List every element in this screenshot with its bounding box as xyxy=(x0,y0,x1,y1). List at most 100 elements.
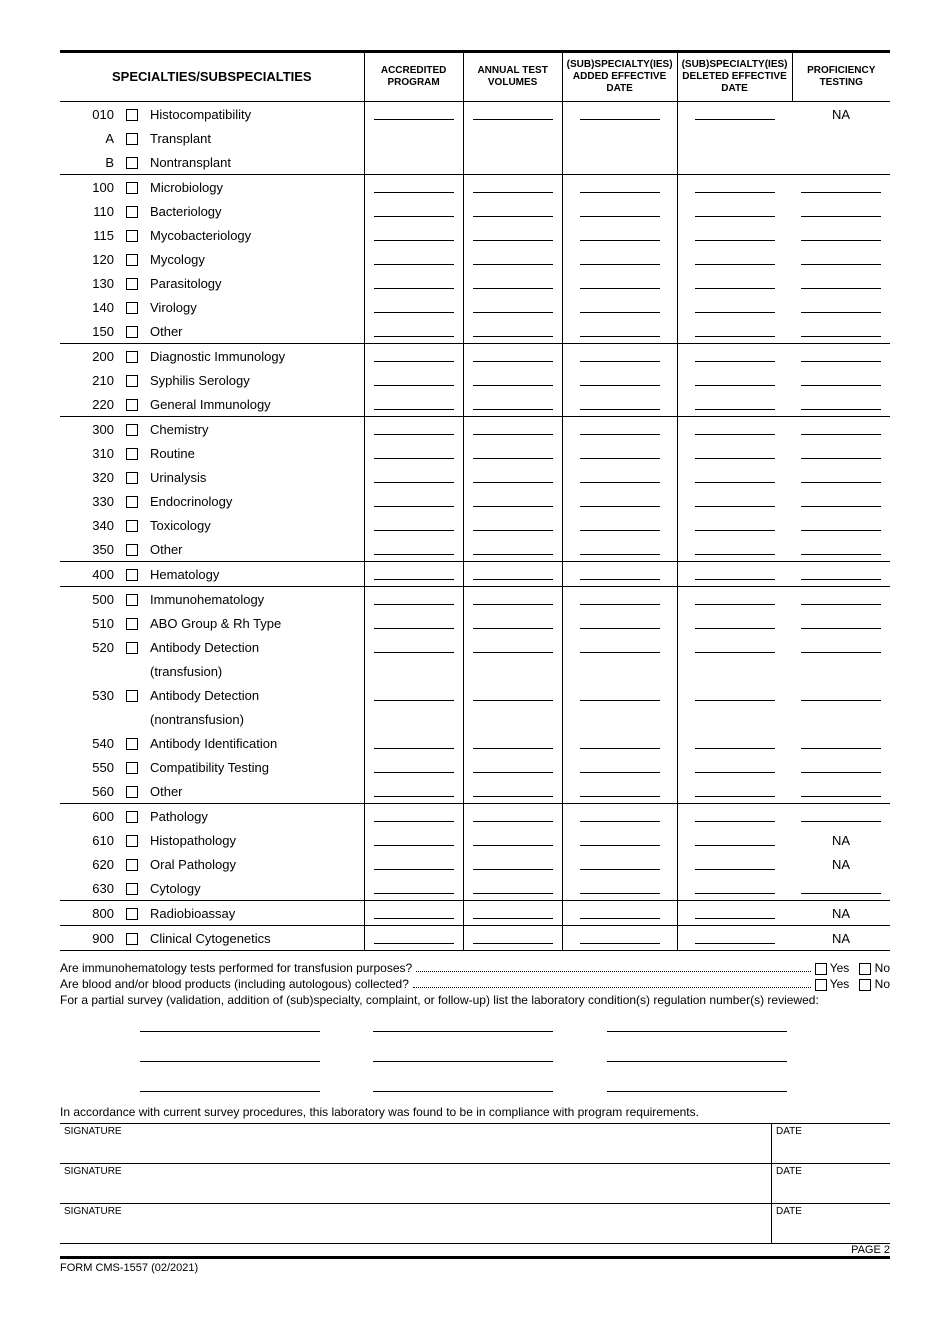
checkbox-icon[interactable] xyxy=(859,963,871,975)
blank-cell[interactable] xyxy=(463,417,562,442)
checkbox-icon[interactable] xyxy=(126,399,138,411)
proficiency-cell[interactable] xyxy=(792,587,890,612)
blank-line[interactable] xyxy=(801,638,881,653)
blank-cell[interactable] xyxy=(463,683,562,707)
proficiency-cell[interactable] xyxy=(792,344,890,369)
blank-cell[interactable] xyxy=(364,126,463,150)
proficiency-cell[interactable] xyxy=(792,489,890,513)
blank-line[interactable] xyxy=(801,444,881,459)
reg-blank[interactable] xyxy=(607,1031,787,1032)
checkbox-icon[interactable] xyxy=(126,424,138,436)
blank-line[interactable] xyxy=(473,565,553,580)
blank-line[interactable] xyxy=(695,855,775,870)
proficiency-cell[interactable] xyxy=(792,271,890,295)
blank-cell[interactable] xyxy=(677,489,792,513)
blank-line[interactable] xyxy=(473,420,553,435)
blank-line[interactable] xyxy=(801,226,881,241)
blank-cell[interactable] xyxy=(463,271,562,295)
blank-line[interactable] xyxy=(473,734,553,749)
blank-cell[interactable] xyxy=(677,295,792,319)
checkbox-icon[interactable] xyxy=(126,786,138,798)
blank-line[interactable] xyxy=(695,371,775,386)
checkbox-icon[interactable] xyxy=(126,448,138,460)
blank-cell[interactable] xyxy=(364,537,463,562)
blank-cell[interactable] xyxy=(562,175,677,200)
blank-cell[interactable] xyxy=(677,126,792,150)
blank-cell[interactable] xyxy=(677,417,792,442)
blank-cell[interactable] xyxy=(364,199,463,223)
blank-line[interactable] xyxy=(374,347,454,362)
blank-cell[interactable] xyxy=(562,804,677,829)
blank-cell[interactable] xyxy=(463,562,562,587)
blank-line[interactable] xyxy=(473,831,553,846)
blank-cell[interactable] xyxy=(463,199,562,223)
blank-cell[interactable] xyxy=(364,295,463,319)
blank-line[interactable] xyxy=(580,540,660,555)
blank-line[interactable] xyxy=(695,347,775,362)
blank-cell[interactable] xyxy=(677,392,792,417)
blank-line[interactable] xyxy=(801,202,881,217)
blank-line[interactable] xyxy=(374,734,454,749)
checkbox-icon[interactable] xyxy=(126,762,138,774)
blank-line[interactable] xyxy=(801,782,881,797)
blank-line[interactable] xyxy=(374,855,454,870)
blank-line[interactable] xyxy=(695,105,775,120)
blank-cell[interactable] xyxy=(463,368,562,392)
blank-cell[interactable] xyxy=(463,901,562,926)
blank-line[interactable] xyxy=(473,444,553,459)
signature-label[interactable]: SIGNATURE xyxy=(60,1124,772,1164)
blank-cell[interactable] xyxy=(562,562,677,587)
blank-line[interactable] xyxy=(473,638,553,653)
blank-line[interactable] xyxy=(695,516,775,531)
blank-cell[interactable] xyxy=(463,344,562,369)
checkbox-icon[interactable] xyxy=(126,254,138,266)
blank-line[interactable] xyxy=(580,202,660,217)
proficiency-cell[interactable] xyxy=(792,441,890,465)
blank-line[interactable] xyxy=(473,371,553,386)
blank-line[interactable] xyxy=(580,468,660,483)
blank-cell[interactable] xyxy=(562,417,677,442)
blank-line[interactable] xyxy=(580,855,660,870)
blank-cell[interactable] xyxy=(463,926,562,951)
blank-line[interactable] xyxy=(801,347,881,362)
blank-cell[interactable] xyxy=(562,247,677,271)
proficiency-cell[interactable] xyxy=(792,876,890,901)
blank-line[interactable] xyxy=(695,420,775,435)
blank-cell[interactable] xyxy=(463,852,562,876)
blank-cell[interactable] xyxy=(677,344,792,369)
proficiency-cell[interactable] xyxy=(792,562,890,587)
blank-cell[interactable] xyxy=(677,150,792,175)
proficiency-cell[interactable] xyxy=(792,247,890,271)
blank-cell[interactable] xyxy=(677,731,792,755)
blank-line[interactable] xyxy=(473,274,553,289)
blank-line[interactable] xyxy=(801,298,881,313)
blank-cell[interactable] xyxy=(364,513,463,537)
proficiency-cell[interactable] xyxy=(792,319,890,344)
blank-line[interactable] xyxy=(374,226,454,241)
blank-line[interactable] xyxy=(801,734,881,749)
blank-line[interactable] xyxy=(801,420,881,435)
blank-cell[interactable] xyxy=(562,223,677,247)
blank-cell[interactable] xyxy=(364,102,463,127)
blank-line[interactable] xyxy=(801,322,881,337)
blank-cell[interactable] xyxy=(562,683,677,707)
blank-cell[interactable] xyxy=(463,126,562,150)
blank-line[interactable] xyxy=(374,105,454,120)
blank-line[interactable] xyxy=(374,178,454,193)
blank-cell[interactable] xyxy=(562,368,677,392)
reg-blank[interactable] xyxy=(373,1031,553,1032)
blank-line[interactable] xyxy=(695,444,775,459)
checkbox-icon[interactable] xyxy=(126,835,138,847)
blank-cell[interactable] xyxy=(463,150,562,175)
checkbox-icon[interactable] xyxy=(126,883,138,895)
blank-cell[interactable] xyxy=(364,635,463,659)
blank-line[interactable] xyxy=(374,468,454,483)
blank-line[interactable] xyxy=(374,250,454,265)
blank-cell[interactable] xyxy=(677,175,792,200)
blank-line[interactable] xyxy=(374,638,454,653)
proficiency-cell[interactable] xyxy=(792,223,890,247)
blank-line[interactable] xyxy=(801,565,881,580)
blank-cell[interactable] xyxy=(562,441,677,465)
blank-line[interactable] xyxy=(695,782,775,797)
blank-cell[interactable] xyxy=(562,150,677,175)
